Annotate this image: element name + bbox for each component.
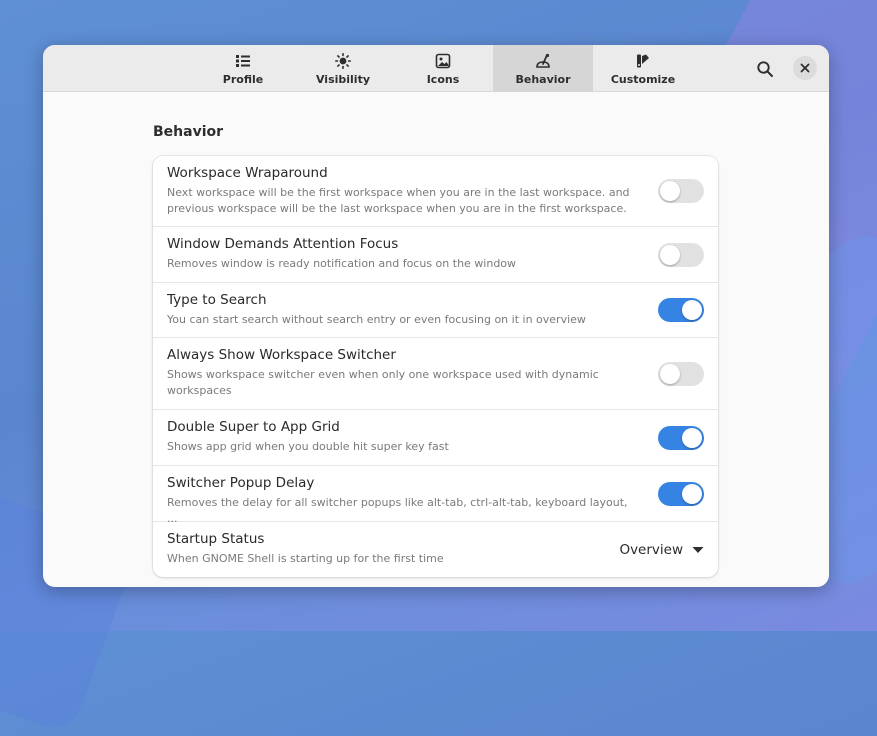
tab-label: Visibility (315, 72, 371, 86)
pan-down-icon (692, 546, 704, 553)
list-icon (236, 54, 250, 67)
always-show-workspace-switcher-switch[interactable] (658, 361, 704, 386)
row-subtitle: Removes window is ready notification and… (167, 257, 517, 270)
row-title: Window Demands Attention Focus (167, 236, 399, 252)
tab-customize[interactable]: Customize (593, 45, 693, 91)
workspace-wraparound-switch[interactable] (658, 179, 704, 203)
row-always-show-workspace-switcher: Always Show Workspace Switcher Shows wor… (153, 338, 718, 410)
row-subtitle: Shows app grid when you double hit super… (167, 440, 449, 453)
image-icon (435, 53, 451, 68)
row-title: Workspace Wraparound (167, 165, 328, 181)
sun-icon (335, 52, 351, 69)
type-to-search-switch[interactable] (658, 298, 704, 322)
row-workspace-wraparound: Workspace Wraparound Next workspace will… (153, 156, 718, 227)
startup-status-dropdown[interactable]: Overview (619, 542, 704, 558)
double-super-to-app-grid-switch[interactable] (658, 425, 704, 450)
tab-label: Customize (610, 72, 676, 86)
header-bar: Profile Visibility Icons Behavior Custom… (43, 45, 829, 92)
tab-label: Behavior (515, 72, 571, 86)
search-button[interactable] (752, 56, 778, 82)
tab-visibility[interactable]: Visibility (293, 45, 393, 91)
window-demands-attention-switch[interactable] (658, 242, 704, 267)
tab-icons[interactable]: Icons (393, 45, 493, 91)
section-title: Behavior (153, 124, 224, 140)
row-title: Type to Search (167, 292, 267, 308)
search-icon (757, 61, 773, 77)
behavior-icon (536, 53, 550, 68)
tab-behavior[interactable]: Behavior (493, 45, 593, 91)
row-title: Double Super to App Grid (167, 419, 340, 435)
row-title: Startup Status (167, 531, 265, 547)
row-subtitle: You can start search without search entr… (167, 313, 586, 326)
view-switcher: Profile Visibility Icons Behavior Custom… (193, 45, 693, 91)
row-window-demands-attention: Window Demands Attention Focus Removes w… (153, 227, 718, 283)
row-double-super-to-app-grid: Double Super to App Grid Shows app grid … (153, 410, 718, 466)
row-switcher-popup-delay: Switcher Popup Delay Removes the delay f… (153, 466, 718, 525)
tab-label: Profile (222, 72, 264, 86)
row-title: Switcher Popup Delay (167, 475, 315, 491)
tab-label: Icons (426, 72, 460, 86)
customize-icon (637, 54, 649, 67)
switcher-popup-delay-switch[interactable] (658, 481, 704, 506)
row-subtitle: When GNOME Shell is starting up for the … (167, 552, 444, 565)
settings-window: Profile Visibility Icons Behavior Custom… (43, 45, 829, 587)
row-type-to-search: Type to Search You can start search with… (153, 283, 718, 338)
close-icon (800, 63, 810, 73)
dropdown-value: Overview (619, 541, 683, 558)
row-subtitle: Next workspace will be the first workspa… (167, 186, 630, 215)
row-title: Always Show Workspace Switcher (167, 347, 396, 363)
tab-profile[interactable]: Profile (193, 45, 293, 91)
row-startup-status: Startup Status When GNOME Shell is start… (153, 522, 718, 577)
row-subtitle: Shows workspace switcher even when only … (167, 368, 599, 397)
close-button[interactable] (793, 56, 817, 80)
settings-card: Workspace Wraparound Next workspace will… (153, 156, 718, 577)
